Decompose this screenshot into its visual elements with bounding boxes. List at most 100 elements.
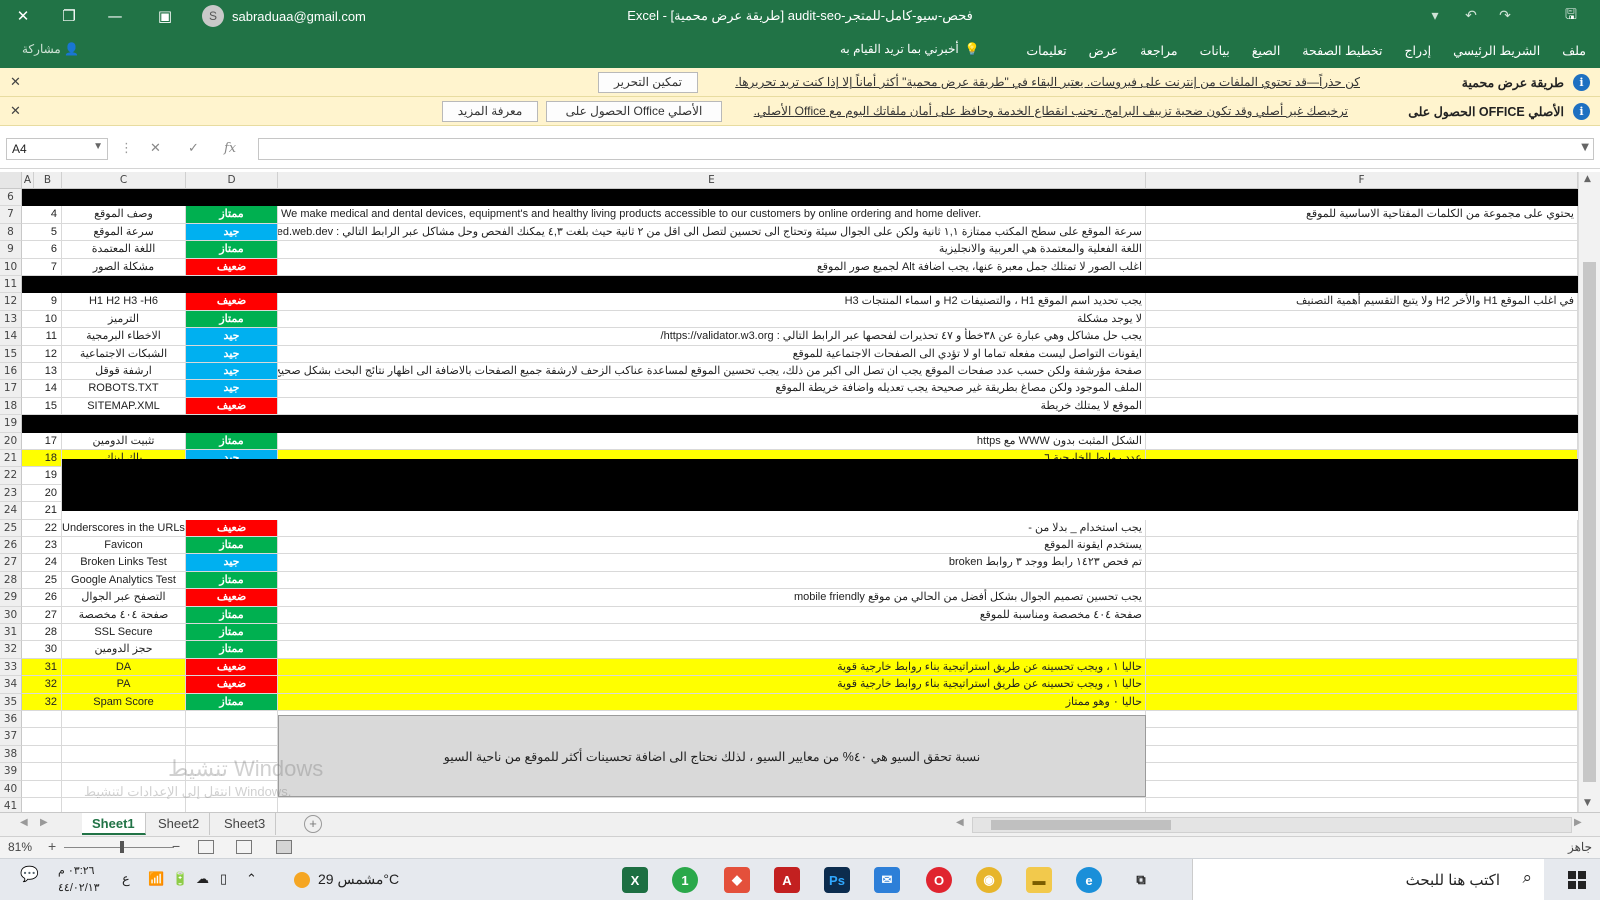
cell-criterion[interactable]: الترميز [62, 310, 186, 329]
column-header-f[interactable]: F [1146, 172, 1578, 189]
cell-index[interactable]: 30 [22, 641, 62, 659]
cell-notes[interactable]: يجب تحديد اسم الموقع H1 ، والتصنيفات H2 … [278, 293, 1146, 311]
row-header[interactable]: 6 [0, 189, 22, 207]
row-header[interactable]: 22 [0, 467, 22, 485]
column-header-c[interactable]: C [62, 172, 186, 189]
cell-extra[interactable] [1146, 363, 1578, 381]
tab-home[interactable]: الشريط الرئيسي [1453, 43, 1540, 58]
cell-criterion[interactable]: ROBOTS.TXT [62, 380, 186, 398]
opera-app-icon[interactable]: O [926, 867, 952, 893]
cell-index[interactable] [22, 728, 62, 746]
taskbar-search[interactable]: اكتب هنا للبحث ⌕ [1192, 859, 1544, 900]
row-header[interactable]: 19 [0, 415, 22, 433]
cell-index[interactable]: 20 [22, 484, 62, 503]
row-header[interactable]: 30 [0, 606, 22, 624]
cell-extra[interactable] [1146, 537, 1578, 555]
cell-criterion[interactable]: Google Analytics Test [62, 571, 186, 590]
cell-criterion[interactable] [62, 728, 186, 746]
cell-index[interactable]: 13 [22, 363, 62, 381]
column-header-a[interactable]: A [22, 172, 34, 189]
cell-index[interactable]: 6 [22, 241, 62, 259]
redo-icon[interactable]: ↷ [1490, 0, 1520, 32]
cell-index[interactable]: 32 [22, 676, 62, 694]
scroll-down-icon[interactable]: ▼ [1584, 798, 1591, 808]
table-row[interactable]: 11 [0, 276, 1578, 294]
cell-extra[interactable] [1146, 641, 1578, 659]
cancel-icon[interactable]: ✕ [150, 141, 161, 156]
table-row[interactable]: 17 14 ROBOTS.TXT جيد الملف الموجود ولكن مصاغ… [0, 380, 1578, 398]
cell-grade[interactable]: ضعيف [186, 258, 278, 276]
vertical-scroll-thumb[interactable] [1583, 262, 1596, 782]
restore-window-icon[interactable]: ❐ [46, 0, 92, 32]
row-header[interactable]: 21 [0, 450, 22, 468]
cell-criterion[interactable]: Spam Score [62, 693, 186, 711]
excel-app-icon[interactable]: X [622, 867, 648, 893]
normal-view-icon[interactable] [276, 840, 292, 854]
task-view-icon[interactable]: ⧉ [1128, 867, 1154, 893]
table-row[interactable]: 18 15 SITEMAP.XML ضعيف الموقع لا يمتلك خريطة [0, 397, 1578, 416]
tab-file[interactable]: ملف [1562, 43, 1586, 58]
clock-date[interactable]: ٤٤/٠٢/١٣ [58, 881, 100, 894]
row-header[interactable]: 20 [0, 432, 22, 450]
cell-grade[interactable]: ممتاز [186, 693, 278, 711]
cell-index[interactable]: 12 [22, 345, 62, 363]
cell-extra[interactable] [1146, 241, 1578, 259]
cell-grade[interactable]: ضعيف [186, 589, 278, 607]
windows-start-icon[interactable] [1568, 871, 1586, 889]
cell-index[interactable]: 21 [22, 502, 62, 520]
cell-criterion[interactable]: Favicon [62, 537, 186, 555]
enable-editing-button[interactable]: تمكين التحرير [598, 72, 698, 93]
sheet-tab-sheet2[interactable]: Sheet2 [148, 813, 211, 835]
cell-extra[interactable] [1146, 571, 1578, 590]
table-row[interactable]: 27 24 Broken Links Test جيد تم فحص ١٤٢٣ رابط… [0, 554, 1578, 572]
table-row[interactable]: 31 28 SSL Secure ممتاز [0, 624, 1578, 642]
cell-extra[interactable] [1146, 658, 1578, 677]
cell-index[interactable]: 19 [22, 467, 62, 485]
page-layout-view-icon[interactable] [236, 840, 252, 854]
scroll-up-icon[interactable]: ▲ [1584, 174, 1591, 184]
cell-index[interactable]: 10 [22, 310, 62, 329]
cell-extra[interactable] [1146, 589, 1578, 607]
spreadsheet-grid[interactable]: A B C D E F 6 7 4 وصف الموقع ممتاز We make me… [0, 172, 1600, 812]
table-row[interactable]: 35 32 Spam Score ممتاز حاليا ٠ وهو ممتاز [0, 693, 1578, 711]
cell-notes[interactable]: صفحة ٤٠٤ مخصصة ومناسبة للموقع [278, 606, 1146, 624]
mail-app-icon[interactable]: ✉ [874, 867, 900, 893]
genuine-office-message[interactable]: ترخيصك غير أصلي وقد تكون ضحية تزييف البر… [754, 104, 1348, 118]
cell-notes[interactable]: يجب حل مشاكل وهي عبارة عن ٣٨خطأ و ٤٧ تحذ… [278, 328, 1146, 346]
cell-extra[interactable] [1146, 397, 1578, 416]
protected-view-message[interactable]: كن حذراً—قد تحتوي الملفات من إنترنت على … [735, 75, 1360, 89]
cell-extra[interactable] [1146, 728, 1578, 746]
input-language[interactable]: ع [122, 871, 130, 887]
cell-index[interactable] [22, 780, 62, 798]
zoom-out-icon[interactable]: − [172, 838, 180, 854]
cell-notes[interactable]: يستخدم ايقونة الموقع [278, 537, 1146, 555]
cell-grade[interactable]: ممتاز [186, 310, 278, 329]
cell-grade[interactable]: ضعيف [186, 658, 278, 677]
cell-extra[interactable] [1146, 745, 1578, 764]
cell-index[interactable] [22, 745, 62, 764]
cell-grade[interactable]: ممتاز [186, 571, 278, 590]
cell-index[interactable]: 22 [22, 519, 62, 537]
cell-grade[interactable]: جيد [186, 223, 278, 242]
row-header[interactable]: 36 [0, 711, 22, 729]
row-header[interactable]: 33 [0, 658, 22, 677]
cell-notes[interactable]: صفحة مؤرشفة ولكن حسب عدد صفحات الموقع يج… [278, 363, 1146, 381]
cell-criterion[interactable]: DA [62, 658, 186, 677]
table-row[interactable]: 20 17 تثبيت الدومين ممتاز الشكل المثبت بدون … [0, 432, 1578, 450]
row-header[interactable]: 7 [0, 206, 22, 224]
table-row[interactable]: 32 30 حجز الدومين ممتاز [0, 641, 1578, 659]
column-header-b[interactable]: B [34, 172, 62, 189]
cell-extra[interactable] [1146, 328, 1578, 346]
cell-grade[interactable] [186, 711, 278, 729]
cell-notes[interactable]: ايقونات التواصل ليست مفعله تماما او لا ت… [278, 345, 1146, 363]
row-header[interactable]: 13 [0, 310, 22, 329]
cell-criterion[interactable]: ارشفة قوقل [62, 363, 186, 381]
table-row[interactable]: 8 5 سرعة الموقع جيد سرعة الموقع على سطح المك… [0, 223, 1578, 242]
table-row[interactable]: 9 6 اللغة المعتمدة ممتاز اللغة الفعلية والمع… [0, 241, 1578, 259]
horizontal-scrollbar[interactable] [972, 817, 1572, 833]
row-header[interactable]: 10 [0, 258, 22, 276]
cell-extra[interactable]: في اغلب الموقع H1 والأخر H2 ولا يتبع الت… [1146, 293, 1578, 311]
cell-grade[interactable]: جيد [186, 380, 278, 398]
table-row[interactable]: 41 [0, 798, 1578, 812]
row-header[interactable]: 40 [0, 780, 22, 798]
